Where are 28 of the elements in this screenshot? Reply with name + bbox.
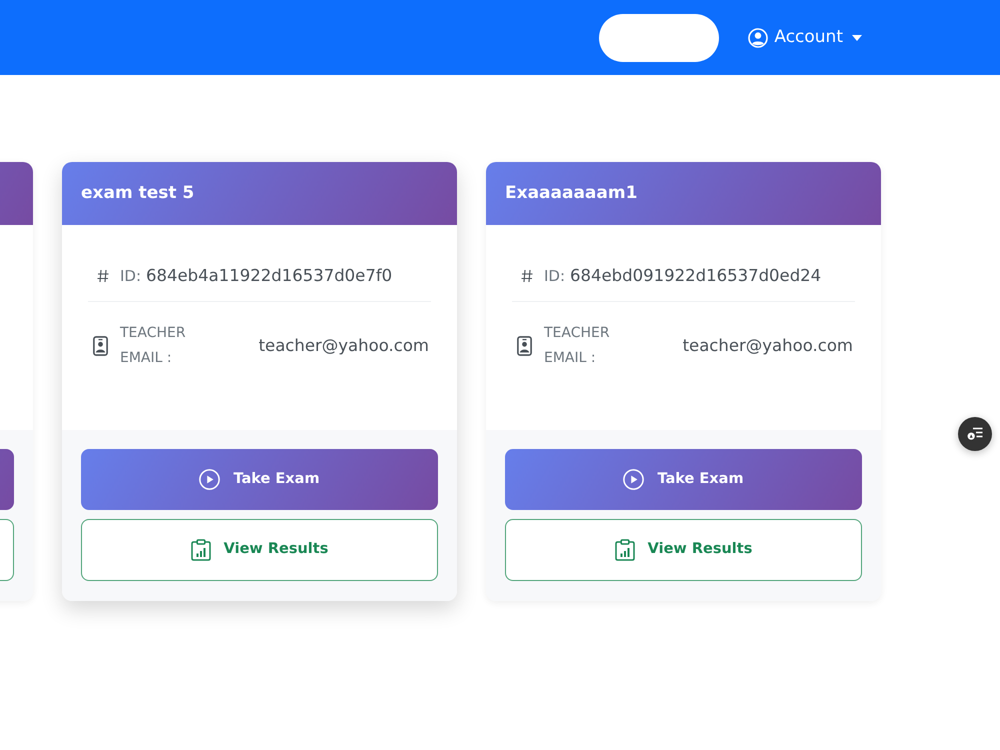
caret-down-icon bbox=[852, 34, 862, 40]
play-circle-icon bbox=[623, 469, 644, 490]
hash-icon bbox=[521, 269, 533, 283]
exam-id: 684ebd091922d16537d0ed24 bbox=[570, 264, 822, 287]
floating-list-button[interactable] bbox=[958, 417, 992, 451]
take-exam-button[interactable]: Take Exam bbox=[81, 449, 438, 510]
teacher-email: teacher@yahoo.com bbox=[258, 334, 429, 357]
list-icon bbox=[967, 427, 983, 441]
user-circle-icon bbox=[748, 28, 768, 48]
play-circle-icon bbox=[199, 469, 220, 490]
id-label: ID: bbox=[544, 266, 566, 287]
exam-title: Exaaaaaaam1 bbox=[505, 182, 638, 205]
clipboard-chart-icon bbox=[614, 539, 635, 561]
clipboard-chart-icon bbox=[190, 539, 211, 561]
blank-nav-button[interactable] bbox=[599, 14, 720, 62]
teacher-email: teacher@yahoo.com bbox=[682, 334, 853, 357]
take-exam-button[interactable]: Take Exam bbox=[505, 449, 862, 510]
view-results-button[interactable]: View Results bbox=[505, 519, 862, 581]
teacher-email-label: TEACHER EMAIL : bbox=[120, 324, 187, 368]
account-menu[interactable]: Account bbox=[748, 24, 862, 50]
exam-id: 684eb4a11922d16537d0e7f0 bbox=[146, 264, 392, 287]
exam-title: exam test 5 bbox=[81, 182, 194, 205]
id-badge-icon bbox=[517, 336, 532, 356]
id-badge-icon bbox=[93, 336, 108, 356]
teacher-email-label: TEACHER EMAIL : bbox=[544, 324, 611, 368]
id-label: ID: bbox=[120, 266, 142, 287]
hash-icon bbox=[97, 269, 109, 283]
view-results-button[interactable]: View Results bbox=[81, 519, 438, 581]
